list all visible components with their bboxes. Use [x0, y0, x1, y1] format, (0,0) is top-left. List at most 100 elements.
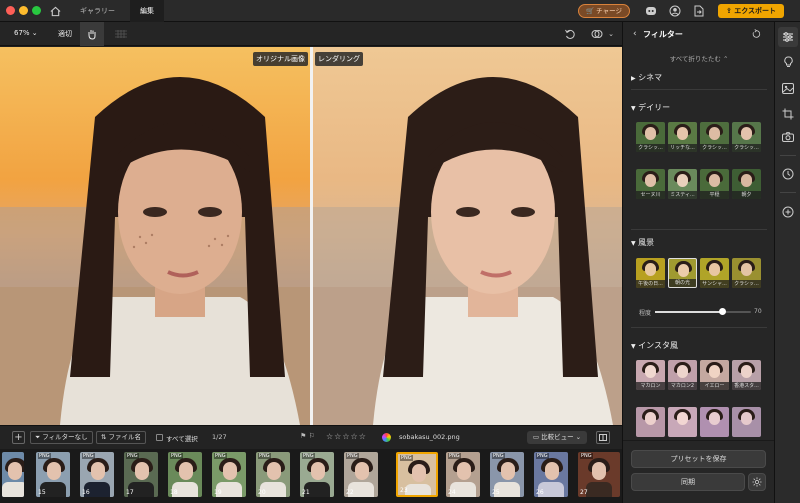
select-all-checkbox[interactable] [156, 434, 163, 441]
film-thumb[interactable]: PNG 15 [36, 452, 70, 497]
filter-tile[interactable]: ミスティ... [668, 169, 697, 199]
section-cinema[interactable]: ▶ シネマ [631, 72, 662, 83]
filter-tile[interactable] [636, 407, 665, 437]
film-thumb[interactable]: PNG 27 [578, 452, 620, 497]
filter-tile[interactable] [668, 407, 697, 437]
section-daily[interactable]: ▼ デイリー [631, 102, 670, 113]
star-rating[interactable]: ☆☆☆☆☆ [326, 432, 367, 441]
export-button[interactable]: ⇪ エクスポート [718, 4, 784, 18]
chevron-down-icon: ⌄ [31, 29, 38, 37]
compare-view-icon: ▭ [532, 433, 540, 441]
collapse-all-link[interactable]: すべて折りたたむ ⌃ [623, 53, 775, 63]
lightbulb-icon[interactable] [778, 52, 798, 72]
adjust-sliders-icon[interactable] [778, 27, 798, 47]
filter-tile[interactable]: マカロン2 [668, 360, 697, 390]
tab-gallery[interactable]: ギャラリー [70, 0, 125, 22]
filter-tile[interactable] [700, 407, 729, 437]
filter-tile-label: クラシッ... [700, 144, 729, 152]
chevron-right-icon: ▶ [631, 75, 636, 82]
add-circle-icon[interactable] [778, 202, 798, 222]
film-thumb[interactable]: PNG 20 [256, 452, 290, 497]
account-icon[interactable] [668, 4, 682, 18]
filter-tile-label: クラシッ... [732, 144, 761, 152]
sync-settings-icon[interactable] [748, 473, 766, 491]
film-thumb[interactable]: PNG 18 [168, 452, 202, 497]
color-label-icon[interactable] [382, 433, 391, 442]
filter-tile-label: クラシッ... [732, 280, 761, 288]
save-preset-button[interactable]: プリセットを保存 [631, 450, 766, 468]
sort-dropdown[interactable]: ⇅ ファイル名 [96, 431, 147, 444]
film-thumb[interactable]: PNG 21 [300, 452, 334, 497]
section-scenery[interactable]: ▼ 風景 [631, 237, 654, 248]
history-clock-icon[interactable] [778, 164, 798, 184]
film-thumb[interactable]: PNG 22 [344, 452, 378, 497]
section-insta[interactable]: ▼ インスタ風 [631, 340, 678, 351]
image-icon[interactable] [778, 78, 798, 98]
intensity-slider-handle[interactable] [719, 308, 727, 315]
filter-tile[interactable]: リッチな... [668, 122, 697, 152]
film-thumb[interactable]: PNG 19 [212, 452, 246, 497]
filter-tile[interactable]: クラシッ... [700, 122, 729, 152]
section-daily-label: デイリー [638, 103, 671, 112]
intensity-slider[interactable] [655, 308, 751, 315]
thumb-number: 22 [346, 489, 354, 496]
chevron-down-icon[interactable]: ⌄ [606, 27, 616, 41]
add-icon[interactable]: + [12, 431, 25, 444]
close-window-button[interactable] [6, 6, 15, 15]
filter-tile-selected[interactable]: 朝の光 [668, 258, 697, 288]
divider [780, 155, 796, 156]
reset-icon[interactable] [749, 27, 763, 41]
grid-icon[interactable] [114, 27, 128, 41]
filter-tile[interactable]: サンシャ... [700, 258, 729, 288]
filter-tile[interactable]: クラシッ... [732, 122, 761, 152]
compare-view-dropdown[interactable]: ▭ 比較ビュー ⌄ [527, 431, 587, 444]
maximize-window-button[interactable] [32, 6, 41, 15]
png-badge: PNG [38, 453, 51, 459]
thumb-number: 21 [302, 489, 310, 496]
zoom-dropdown[interactable]: 67% ⌄ [14, 29, 38, 37]
filter-tile-label: マカロン [636, 382, 665, 390]
filter-tile[interactable]: セーヌ川 [636, 169, 665, 199]
camera-icon[interactable] [778, 127, 798, 147]
crop-icon[interactable] [778, 104, 798, 124]
flag-icon[interactable]: ⚑ ⚐ [300, 432, 315, 440]
fit-button[interactable]: 適切 [58, 29, 72, 39]
png-badge: PNG [580, 453, 593, 459]
filter-dropdown[interactable]: ⏷ フィルターなし [30, 431, 93, 444]
film-thumb[interactable]: PNG 24 [446, 452, 480, 497]
film-thumb-selected[interactable]: PNG 23 [396, 452, 438, 497]
image-canvas[interactable]: オリジナル画像 レンダリング [0, 47, 622, 425]
discord-icon[interactable] [644, 4, 658, 18]
minimize-window-button[interactable] [19, 6, 28, 15]
film-thumb[interactable]: PNG 17 [124, 452, 158, 497]
export-file-icon[interactable] [692, 4, 706, 18]
charge-button[interactable]: 🛒 チャージ [578, 4, 630, 18]
filter-tile[interactable]: 午後の日... [636, 258, 665, 288]
filter-tile[interactable]: 平穏 [700, 169, 729, 199]
thumb-number: 15 [38, 489, 46, 496]
filter-tile[interactable]: クラシッ... [732, 258, 761, 288]
film-thumb[interactable] [2, 452, 24, 497]
film-thumb[interactable]: PNG 16 [80, 452, 114, 497]
filmstrip[interactable]: PNG 15 PNG 16 PNG 17 PNG 18 PNG 19 PNG 20 PNG 2… [0, 449, 622, 503]
undo-icon[interactable] [563, 27, 577, 41]
film-thumb[interactable]: PNG 26 [534, 452, 568, 497]
filter-tile[interactable]: イエロー [700, 360, 729, 390]
png-badge: PNG [82, 453, 95, 459]
home-icon[interactable] [48, 4, 62, 18]
film-thumb[interactable]: PNG 25 [490, 452, 524, 497]
filter-tile[interactable]: クラシッ... [636, 122, 665, 152]
sort-icon: ⇅ [101, 433, 107, 441]
divider [631, 89, 767, 90]
split-view-icon[interactable] [596, 431, 610, 444]
filter-tile[interactable]: 朝夕 [732, 169, 761, 199]
tab-edit[interactable]: 編集 [130, 0, 164, 22]
compare-mode-icon[interactable] [590, 27, 604, 41]
back-icon[interactable]: ‹ [633, 29, 637, 39]
filter-tile[interactable]: マカロン [636, 360, 665, 390]
filter-tile[interactable]: 香港スタ... [732, 360, 761, 390]
filter-tile[interactable] [732, 407, 761, 437]
hand-tool-icon[interactable] [80, 22, 104, 46]
png-badge: PNG [346, 453, 359, 459]
sync-button[interactable]: 同期 [631, 473, 745, 491]
